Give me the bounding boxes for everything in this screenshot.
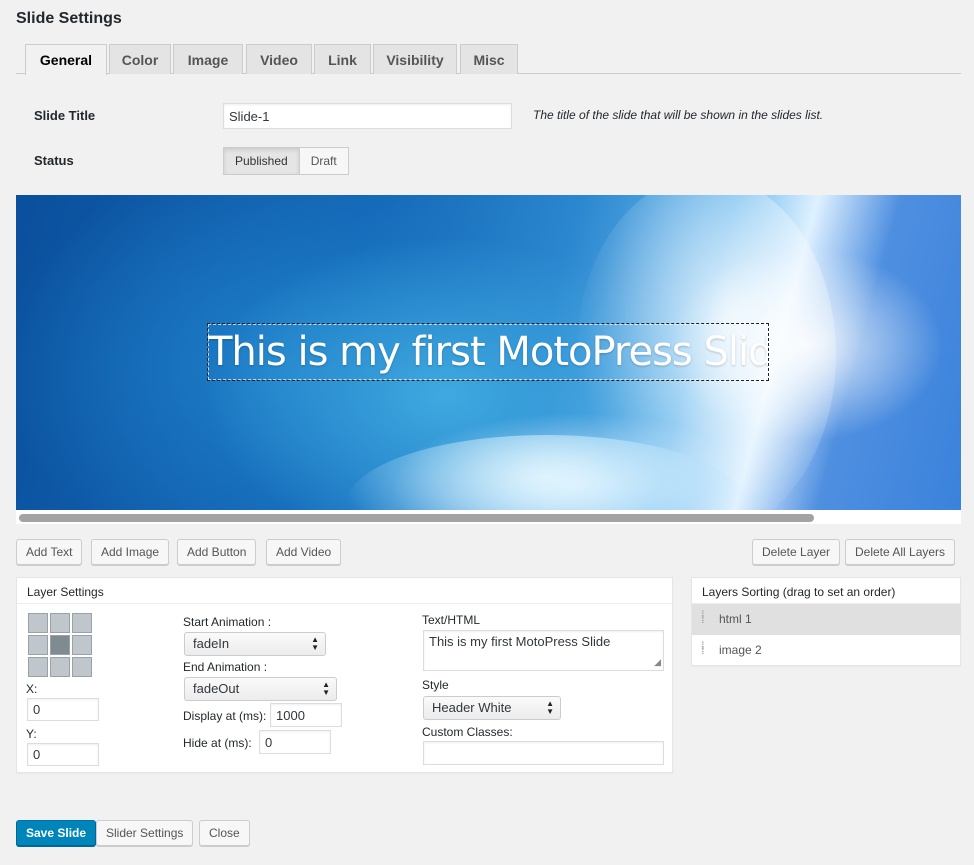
add-video-button[interactable]: Add Video <box>266 539 342 565</box>
delete-all-layers-button[interactable]: Delete All Layers <box>845 539 956 565</box>
style-select[interactable]: Header White ▲ ▼ <box>423 696 561 720</box>
status-label: Status <box>34 153 74 168</box>
hide-at-label: Hide at (ms): <box>183 736 252 750</box>
text-html-label: Text/HTML <box>422 613 481 627</box>
display-at-input[interactable] <box>270 703 342 727</box>
drag-handle-icon[interactable]: ⁞⁞ ⁞⁞ <box>701 642 704 657</box>
layer-item-label: image 2 <box>719 643 762 657</box>
style-label: Style <box>422 678 449 692</box>
tab-video[interactable]: Video <box>246 44 312 74</box>
x-input[interactable] <box>27 698 99 721</box>
layer-item-label: html 1 <box>719 612 752 626</box>
tab-bar: General Color Image Video Link Visibilit… <box>16 44 961 75</box>
tab-link[interactable]: Link <box>314 44 371 74</box>
page-title: Slide Settings <box>16 10 122 27</box>
tab-general[interactable]: General <box>25 44 107 75</box>
resize-handle-icon[interactable]: ◢ <box>654 657 661 668</box>
text-html-value: This is my first MotoPress Slide <box>429 634 611 649</box>
slide-title-label: Slide Title <box>34 108 96 123</box>
end-animation-value: fadeOut <box>193 681 240 696</box>
end-animation-select[interactable]: fadeOut ▲ ▼ <box>184 677 337 701</box>
select-arrows-icon: ▲ ▼ <box>322 680 330 697</box>
position-grid-cell[interactable] <box>50 657 70 677</box>
layer-settings-title: Layer Settings <box>17 578 672 604</box>
layer-settings-panel: Layer Settings X: Y: Start Animation : f… <box>16 577 673 773</box>
preview-scrollbar-thumb[interactable] <box>19 514 814 522</box>
add-button-button[interactable]: Add Button <box>177 539 257 565</box>
add-image-button[interactable]: Add Image <box>91 539 170 565</box>
add-text-button[interactable]: Add Text <box>16 539 83 565</box>
display-at-label: Display at (ms): <box>183 709 267 723</box>
status-toggle: Published Draft <box>223 147 349 175</box>
y-label: Y: <box>26 727 37 741</box>
close-button[interactable]: Close <box>199 820 250 846</box>
sortable-layer-item[interactable]: ⁞⁞ ⁞⁞ image 2 <box>692 635 961 666</box>
tab-visibility[interactable]: Visibility <box>373 44 457 74</box>
position-grid-cell[interactable] <box>72 635 92 655</box>
y-input[interactable] <box>27 743 99 766</box>
end-animation-label: End Animation : <box>183 660 268 674</box>
position-grid-cell[interactable] <box>72 657 92 677</box>
tab-image[interactable]: Image <box>173 44 243 74</box>
x-label: X: <box>26 682 38 696</box>
start-animation-select[interactable]: fadeIn ▲ ▼ <box>184 632 326 656</box>
position-grid-cell[interactable] <box>28 635 48 655</box>
status-published-button[interactable]: Published <box>223 147 300 175</box>
style-value: Header White <box>432 700 512 715</box>
slide-title-input[interactable] <box>223 103 512 129</box>
tab-color[interactable]: Color <box>109 44 171 74</box>
position-grid-cell[interactable] <box>50 613 70 633</box>
position-grid-cell[interactable] <box>28 657 48 677</box>
select-arrows-icon: ▲ ▼ <box>311 635 319 652</box>
sortable-layer-item[interactable]: ⁞⁞ ⁞⁞ html 1 <box>692 604 961 635</box>
slider-settings-button[interactable]: Slider Settings <box>96 820 194 846</box>
start-animation-label: Start Animation : <box>183 615 272 629</box>
delete-layer-button[interactable]: Delete Layer <box>752 539 841 565</box>
slide-preview: This is my first MotoPress Slide <box>16 195 961 510</box>
text-html-textarea[interactable]: This is my first MotoPress Slide ◢ <box>423 630 664 671</box>
hide-at-input[interactable] <box>259 730 331 754</box>
tab-misc[interactable]: Misc <box>460 44 518 74</box>
save-slide-button[interactable]: Save Slide <box>16 820 97 846</box>
position-grid-cell[interactable] <box>72 613 92 633</box>
start-animation-value: fadeIn <box>193 636 230 651</box>
custom-classes-label: Custom Classes: <box>422 725 513 739</box>
status-draft-button[interactable]: Draft <box>299 147 349 175</box>
slide-text-layer[interactable]: This is my first MotoPress Slide <box>207 323 769 381</box>
drag-handle-icon[interactable]: ⁞⁞ ⁞⁞ <box>701 611 704 626</box>
position-grid-cell-selected[interactable] <box>50 635 70 655</box>
position-grid-cell[interactable] <box>28 613 48 633</box>
layers-sorting-title: Layers Sorting (drag to set an order) <box>692 578 960 604</box>
layers-sorting-panel: Layers Sorting (drag to set an order) ⁞⁞… <box>691 577 961 666</box>
slide-title-hint: The title of the slide that will be show… <box>533 108 824 122</box>
custom-classes-input[interactable] <box>423 741 664 765</box>
select-arrows-icon: ▲ ▼ <box>546 699 554 716</box>
